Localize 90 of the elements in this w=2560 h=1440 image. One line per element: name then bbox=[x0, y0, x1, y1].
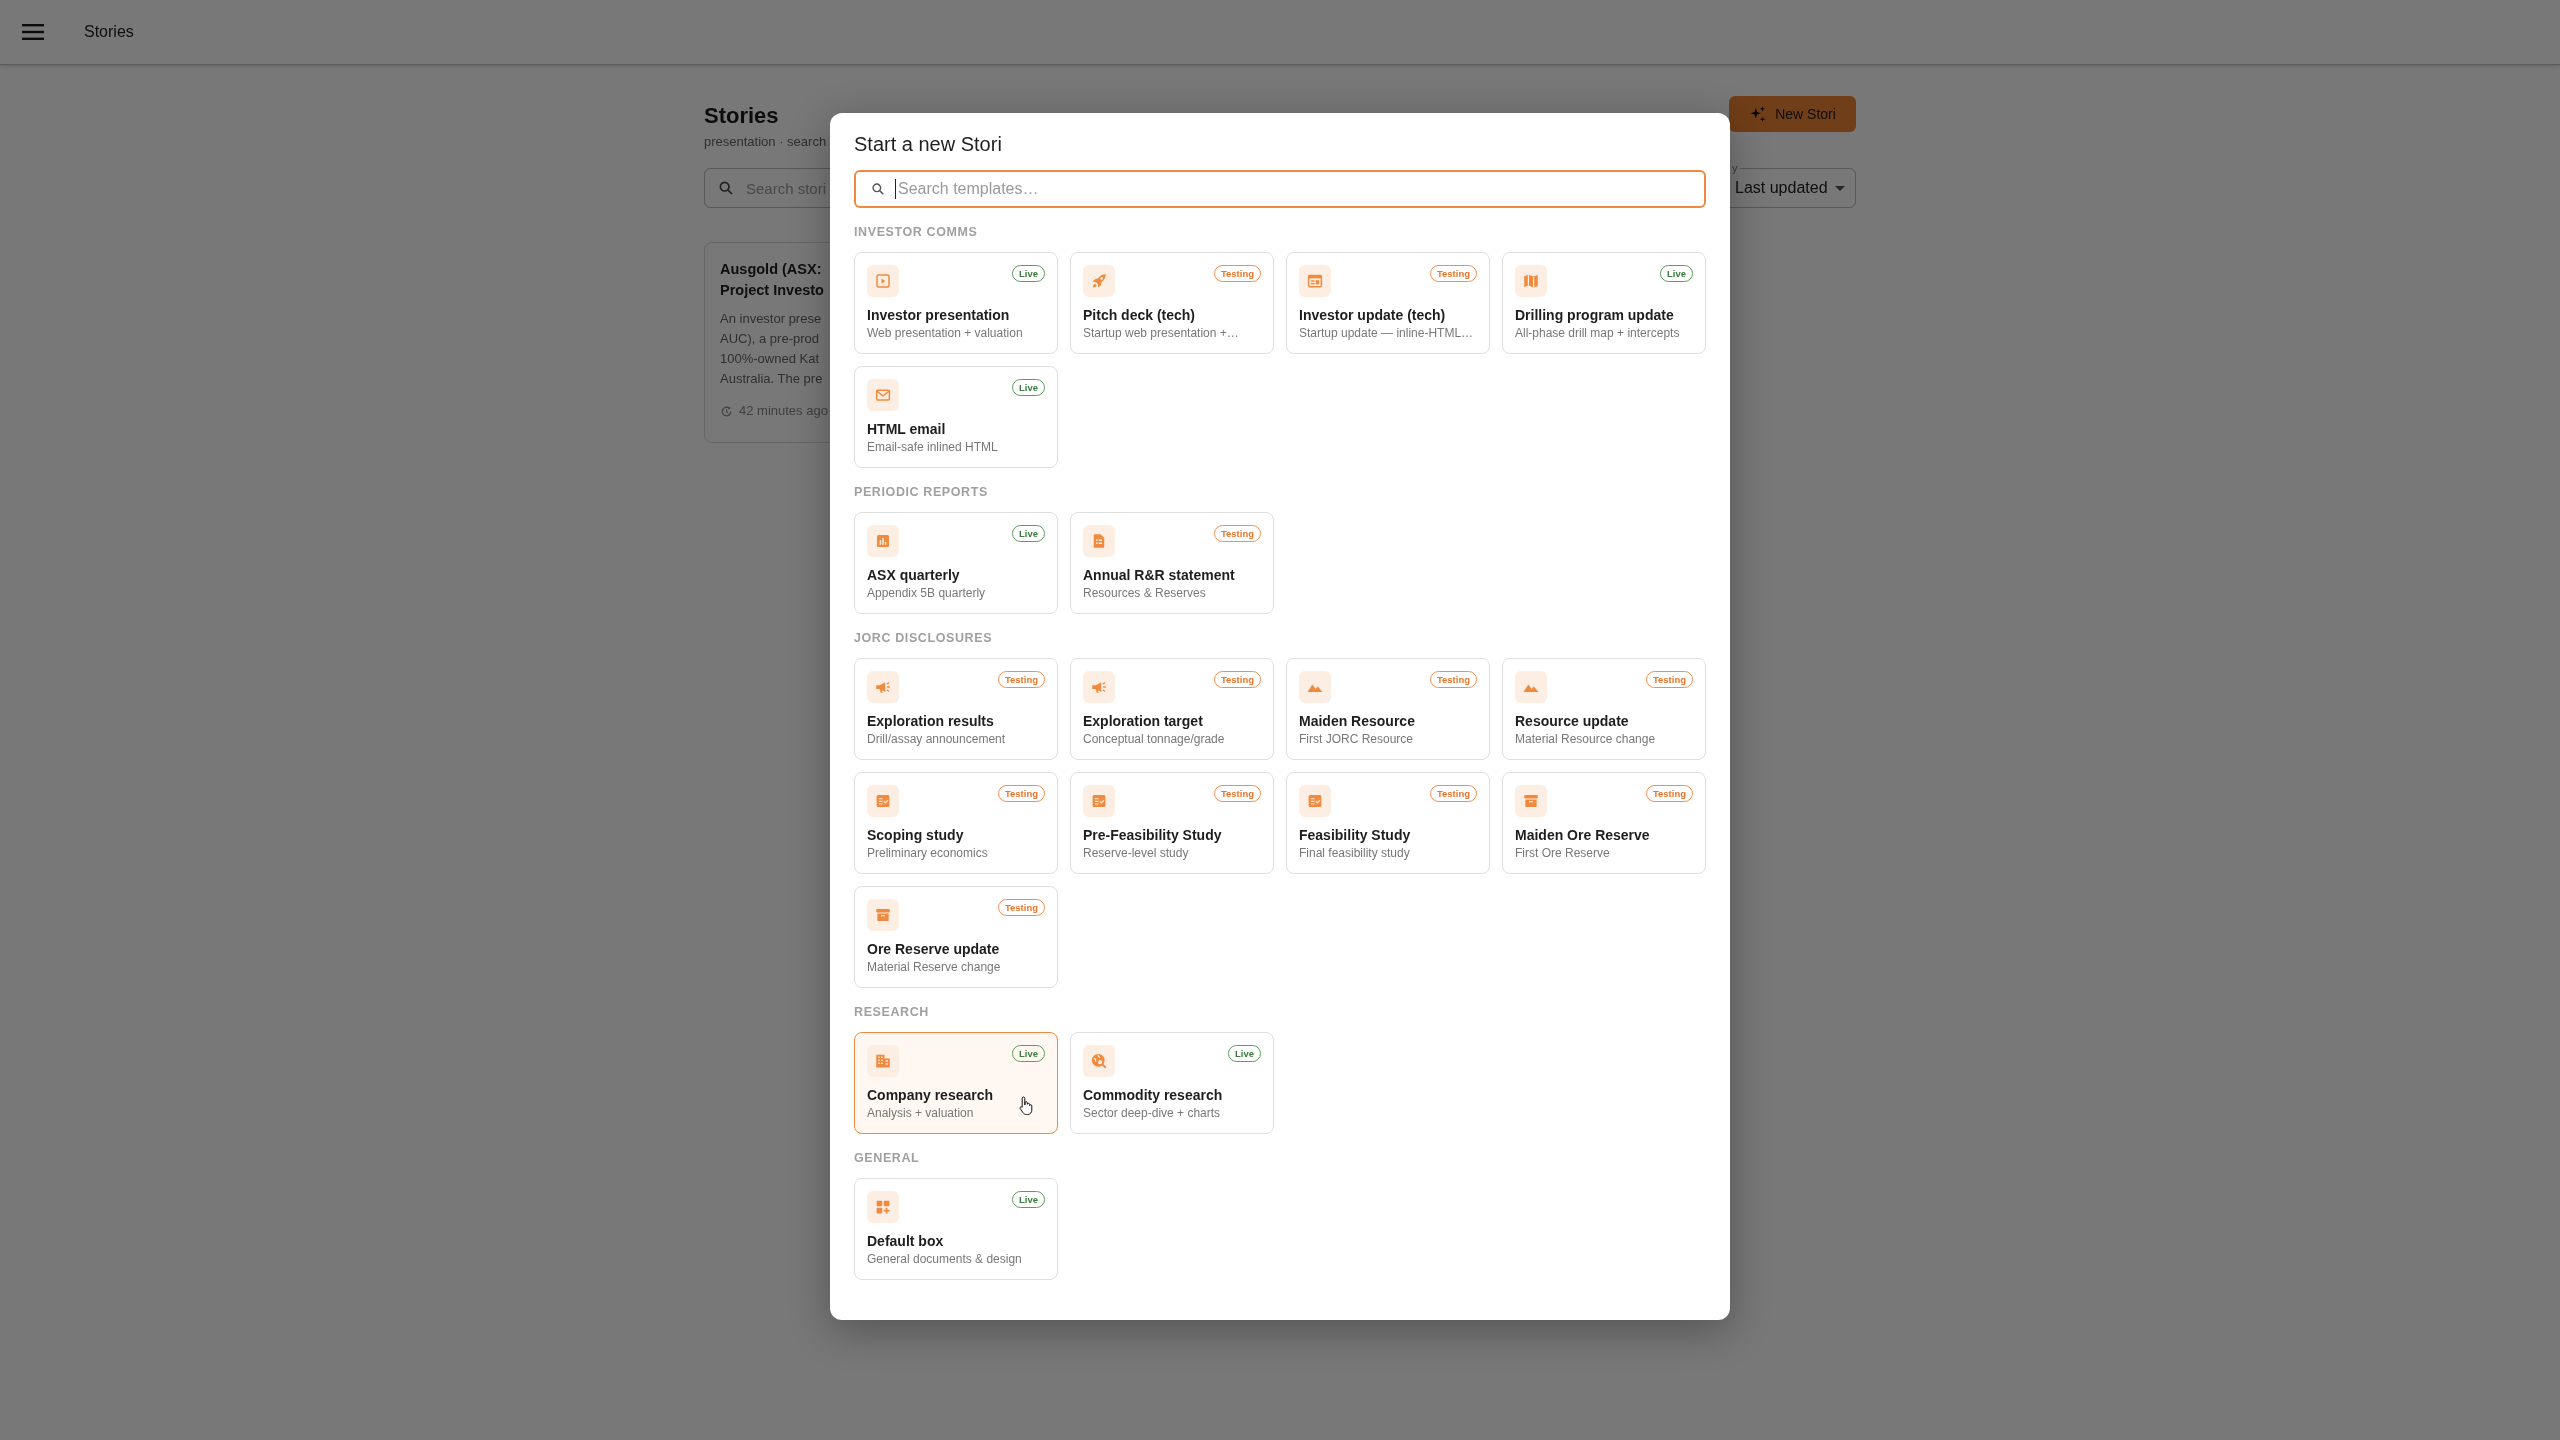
rocket-icon bbox=[1083, 265, 1115, 297]
template-description: Startup update — inline-HTML… bbox=[1299, 325, 1474, 341]
dialog-title: Start a new Stori bbox=[854, 133, 1003, 155]
archive-box-icon bbox=[1515, 785, 1547, 817]
story-title: Ausgold (ASX: Project Investo bbox=[720, 260, 825, 300]
template-description: Reserve-level study bbox=[1083, 845, 1189, 861]
template-title: Company research bbox=[867, 1086, 994, 1104]
page-subtitle: presentation · search bbox=[704, 133, 827, 151]
story-description: An investor prese AUC), a pre-prod 100%-owned Kat Australia. The pre bbox=[720, 310, 824, 388]
checklist-icon bbox=[867, 785, 899, 817]
template-description: Material Reserve change bbox=[867, 959, 1001, 975]
template-title: Commodity research bbox=[1083, 1086, 1223, 1104]
template-description: All-phase drill map + intercepts bbox=[1515, 325, 1680, 341]
template-description: Final feasibility study bbox=[1299, 845, 1410, 861]
pointer-cursor-icon bbox=[1019, 1096, 1033, 1116]
document-icon bbox=[1083, 525, 1115, 557]
section-heading: JORC DISCLOSURES bbox=[854, 630, 994, 646]
text-cursor-icon bbox=[895, 179, 896, 199]
template-card[interactable]: Testing Exploration target Conceptual tonnage/grade bbox=[1070, 658, 1274, 760]
template-card[interactable]: Testing Exploration results Drill/assay announcement bbox=[854, 658, 1058, 760]
template-card[interactable]: Testing Pre-Feasibility Study Reserve-level study bbox=[1070, 772, 1274, 874]
template-description: Analysis + valuation bbox=[867, 1105, 974, 1121]
template-card[interactable]: Live Drilling program update All-phase drill map + intercepts bbox=[1502, 252, 1706, 354]
template-description: Sector deep-dive + charts bbox=[1083, 1105, 1221, 1121]
template-title: Annual R&R statement bbox=[1083, 566, 1235, 584]
template-card[interactable]: Live Commodity research Sector deep-dive + charts bbox=[1070, 1032, 1274, 1134]
search-field[interactable]: Search templates… bbox=[854, 170, 1706, 208]
template-card[interactable]: Testing Investor update (tech) Startup update — inline-HTML… bbox=[1286, 252, 1490, 354]
template-description: Drill/assay announcement bbox=[867, 731, 1006, 747]
template-description: Appendix 5B quarterly bbox=[867, 585, 986, 601]
globe-search-icon bbox=[1083, 1045, 1115, 1077]
template-description: Resources & Reserves bbox=[1083, 585, 1206, 601]
template-card[interactable]: Live ASX quarterly Appendix 5B quarterly bbox=[854, 512, 1058, 614]
app-bar-title: Stories bbox=[84, 23, 134, 41]
section-heading: RESEARCH bbox=[854, 1004, 930, 1020]
template-card[interactable]: Testing Feasibility Study Final feasibility study bbox=[1286, 772, 1490, 874]
archive-box-icon bbox=[867, 899, 899, 931]
checklist-icon bbox=[1083, 785, 1115, 817]
template-card[interactable]: Live HTML email Email-safe inlined HTML bbox=[854, 366, 1058, 468]
template-description: First Ore Reserve bbox=[1515, 845, 1610, 861]
search-icon bbox=[871, 182, 885, 196]
template-card[interactable]: Live Company research Analysis + valuation bbox=[854, 1032, 1058, 1134]
template-title: Feasibility Study bbox=[1299, 826, 1411, 844]
template-description: Preliminary economics bbox=[867, 845, 988, 861]
template-title: Exploration results bbox=[867, 712, 994, 730]
template-description: First JORC Resource bbox=[1299, 731, 1414, 747]
template-card[interactable]: Live Default box General documents & design bbox=[854, 1178, 1058, 1280]
section-heading: GENERAL bbox=[854, 1150, 921, 1166]
template-title: Pre-Feasibility Study bbox=[1083, 826, 1222, 844]
template-card[interactable]: Testing Maiden Resource First JORC Resource bbox=[1286, 658, 1490, 760]
template-title: Exploration target bbox=[1083, 712, 1203, 730]
clock-icon bbox=[720, 404, 733, 418]
template-title: Resource update bbox=[1515, 712, 1629, 730]
template-card[interactable]: Testing Maiden Ore Reserve First Ore Reserve bbox=[1502, 772, 1706, 874]
template-title: Drilling program update bbox=[1515, 306, 1674, 324]
template-title: Maiden Ore Reserve bbox=[1515, 826, 1650, 844]
megaphone-icon bbox=[1083, 671, 1115, 703]
checklist-icon bbox=[1299, 785, 1331, 817]
template-card[interactable]: Testing Resource update Material Resource change bbox=[1502, 658, 1706, 760]
building-icon bbox=[867, 1045, 899, 1077]
section-heading: PERIODIC REPORTS bbox=[854, 484, 989, 500]
template-card[interactable]: Testing Pitch deck (tech) Startup web presentation +… bbox=[1070, 252, 1274, 354]
megaphone-icon bbox=[867, 671, 899, 703]
mountain-icon bbox=[1515, 671, 1547, 703]
caret-down-icon bbox=[1835, 185, 1845, 191]
template-card[interactable]: Live Investor presentation Web presentation + valuation bbox=[854, 252, 1058, 354]
template-title: Pitch deck (tech) bbox=[1083, 306, 1196, 324]
template-title: Investor update (tech) bbox=[1299, 306, 1446, 324]
envelope-icon bbox=[867, 379, 899, 411]
map-icon bbox=[1515, 265, 1547, 297]
template-title: ASX quarterly bbox=[867, 566, 960, 584]
template-title: Default box bbox=[867, 1232, 944, 1250]
template-card[interactable]: Testing Annual R&R statement Resources & Reserves bbox=[1070, 512, 1274, 614]
newspaper-icon bbox=[1299, 265, 1331, 297]
search-icon bbox=[718, 180, 734, 196]
template-title: Maiden Resource bbox=[1299, 712, 1415, 730]
template-description: Conceptual tonnage/grade bbox=[1083, 731, 1225, 747]
mountain-icon bbox=[1299, 671, 1331, 703]
template-description: Startup web presentation +… bbox=[1083, 325, 1239, 341]
template-title: Scoping study bbox=[867, 826, 964, 844]
template-card[interactable]: Testing Scoping study Preliminary economics bbox=[854, 772, 1058, 874]
template-title: Ore Reserve update bbox=[867, 940, 1000, 958]
template-card[interactable]: Testing Ore Reserve update Material Reserve change bbox=[854, 886, 1058, 988]
section-heading: INVESTOR COMMS bbox=[854, 224, 979, 240]
bar-chart-icon bbox=[867, 525, 899, 557]
template-description: Material Resource change bbox=[1515, 731, 1656, 747]
template-description: General documents & design bbox=[867, 1251, 1022, 1267]
play-square-icon bbox=[867, 265, 899, 297]
grid-plus-icon bbox=[867, 1191, 899, 1223]
page-heading: Stories bbox=[704, 102, 780, 130]
